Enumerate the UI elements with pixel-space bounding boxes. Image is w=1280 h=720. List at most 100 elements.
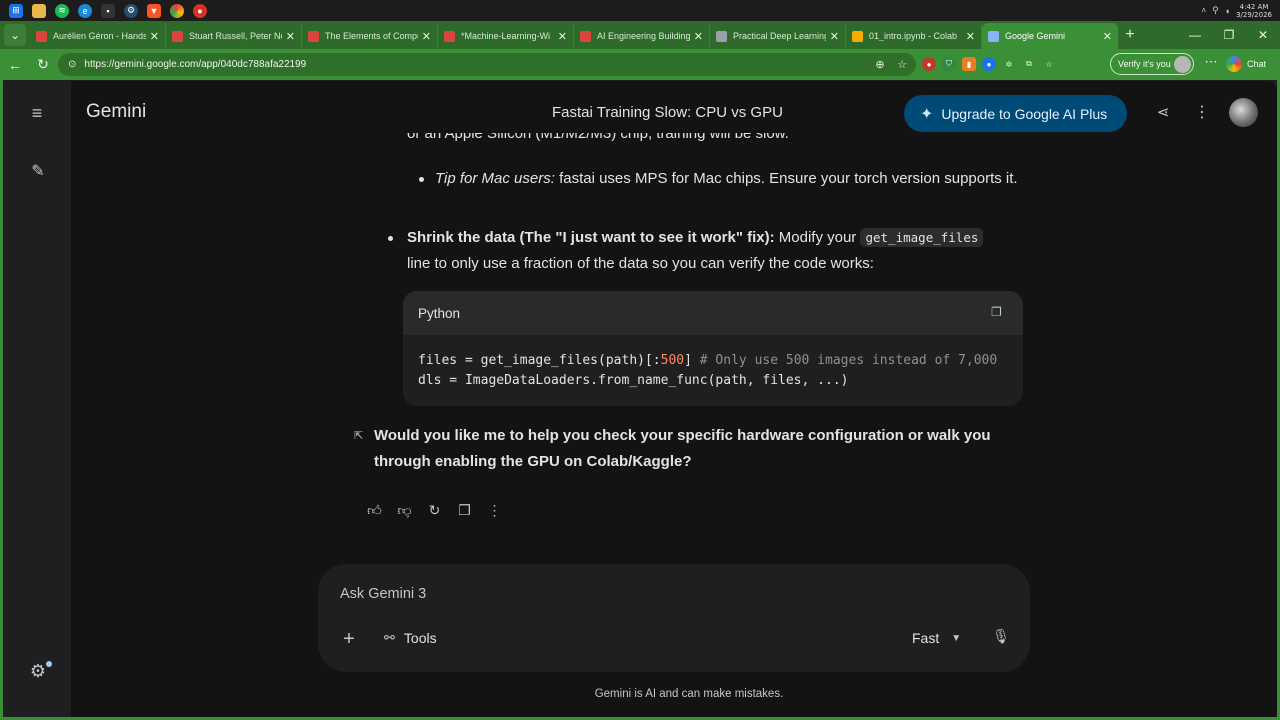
prompt-placeholder[interactable]: Ask Gemini 3 <box>340 586 426 602</box>
bullet-dot <box>388 236 393 241</box>
terminal-icon[interactable]: ▪ <box>101 3 115 18</box>
extension-ublock-icon[interactable]: ● <box>922 57 936 71</box>
close-tab-icon[interactable]: ✕ <box>1103 30 1112 43</box>
thumbs-up-icon[interactable]: 👍︎ <box>365 501 384 520</box>
folder-icon[interactable] <box>32 3 46 18</box>
code-text[interactable]: files = get_image_files(path)[:500] # On… <box>403 335 1023 391</box>
browser-menu-icon[interactable]: ⋯ <box>1202 54 1220 74</box>
close-tab-icon[interactable]: ✕ <box>422 30 431 43</box>
browser-tab[interactable]: Practical Deep Learning ✕ <box>710 23 846 49</box>
app-icon[interactable]: ● <box>193 3 207 18</box>
chat-button[interactable]: Chat <box>1226 53 1266 75</box>
close-tab-icon[interactable]: ✕ <box>830 30 839 43</box>
extensions-area: ● ⛉ ▮ ● ✲ ⧉ ☆ <box>922 54 1056 74</box>
minimize-icon[interactable]: — <box>1178 21 1212 49</box>
chevron-down-icon: ▼ <box>951 632 962 644</box>
new-tab-button[interactable]: + <box>1118 23 1142 47</box>
windows-icon[interactable]: ⊞ <box>9 3 23 18</box>
steam-icon[interactable]: ⚙ <box>124 3 138 18</box>
close-tab-icon[interactable]: ✕ <box>694 30 703 43</box>
inline-code: get_image_files <box>860 228 984 247</box>
close-tab-icon[interactable]: ✕ <box>150 30 159 43</box>
extensions-puzzle-icon[interactable]: ⧉ <box>1022 57 1036 71</box>
tab-search-chevron-icon[interactable]: ⌄ <box>4 24 26 46</box>
restore-icon[interactable]: ❐ <box>1212 21 1246 49</box>
add-attachment-icon[interactable]: + <box>340 629 358 649</box>
back-arrow-icon[interactable]: ← <box>2 52 28 78</box>
pdf-icon <box>444 30 455 42</box>
tab-label: 01_intro.ipynb - Colab <box>869 31 958 41</box>
chat-label: Chat <box>1247 59 1267 69</box>
mode-selector[interactable]: Fast ▼ <box>912 630 961 646</box>
pdf-icon <box>580 30 591 42</box>
more-actions-icon[interactable]: ⋮ <box>485 501 504 520</box>
prompt-input-box[interactable]: Ask Gemini 3 + ⚯ Tools Fast ▼ 🎙︎ <box>318 564 1030 672</box>
chevron-up-icon[interactable]: ˄ <box>1201 6 1206 15</box>
edge-icon[interactable]: e <box>78 3 92 18</box>
share-icon[interactable]: ⋖ <box>1153 103 1173 123</box>
code-line-1-b: ] <box>684 353 700 368</box>
chrome-icon[interactable] <box>170 3 184 18</box>
globe-icon <box>716 30 727 42</box>
extension-dictionary-icon[interactable]: ▮ <box>962 57 976 71</box>
tab-label: *Machine-Learning-Wi <box>461 31 551 41</box>
shrink-text-a: Modify your <box>774 229 861 246</box>
url-text[interactable]: https://gemini.google.com/app/040dc788af… <box>84 59 306 70</box>
volume-icon[interactable]: ◖ <box>1225 6 1230 16</box>
network-icon[interactable]: ⚲ <box>1212 5 1219 16</box>
brave-icon[interactable]: ▼ <box>147 3 161 18</box>
reload-icon[interactable]: ↻ <box>30 52 56 78</box>
more-options-icon[interactable]: ⋮ <box>1193 102 1211 124</box>
extension-blue-icon[interactable]: ● <box>982 57 996 71</box>
colab-icon <box>852 30 863 42</box>
browser-tab[interactable]: AI Engineering Building ✕ <box>574 23 710 49</box>
tab-label: Stuart Russell, Peter No <box>189 31 282 41</box>
close-tab-icon[interactable]: ✕ <box>558 30 567 43</box>
tools-button[interactable]: ⚯ Tools <box>384 630 437 646</box>
close-window-icon[interactable]: ✕ <box>1246 21 1280 49</box>
bookmark-star-icon[interactable]: ☆ <box>894 56 910 72</box>
windows-taskbar: ⊞ ≋ e ▪ ⚙ ▼ ● ˄ ⚲ ◖ 4:42 AM 3/29/2026 <box>0 0 1280 21</box>
tab-label: The Elements of Compu <box>325 31 418 41</box>
verify-profile-button[interactable]: Verify it's you <box>1110 53 1194 75</box>
main-menu-icon[interactable]: ≡ <box>25 103 49 127</box>
copy-response-icon[interactable]: ❐ <box>455 501 474 520</box>
tip-text: fastai uses MPS for Mac chips. Ensure yo… <box>554 170 1018 187</box>
site-info-icon[interactable]: ⊙ <box>68 59 76 70</box>
code-line-2: dls = ImageDataLoaders.from_name_func(pa… <box>418 373 849 388</box>
favorites-icon[interactable]: ☆ <box>1042 57 1056 71</box>
extension-shield-icon[interactable]: ⛉ <box>942 57 956 71</box>
regenerate-icon[interactable]: ↻ <box>425 501 444 520</box>
verify-label: Verify it's you <box>1118 59 1171 69</box>
list-item-shrink: Shrink the data (The "I just want to see… <box>388 225 1008 277</box>
upgrade-label: Upgrade to Google AI Plus <box>941 105 1108 122</box>
browser-tab[interactable]: The Elements of Compu ✕ <box>302 23 438 49</box>
notification-dot <box>46 661 52 667</box>
zoom-icon[interactable]: ⊕ <box>872 56 888 72</box>
close-tab-icon[interactable]: ✕ <box>966 30 975 43</box>
address-bar[interactable]: ⊙ https://gemini.google.com/app/040dc788… <box>58 53 916 76</box>
browser-tab[interactable]: Stuart Russell, Peter No ✕ <box>166 23 302 49</box>
account-avatar[interactable] <box>1229 98 1258 127</box>
code-language: Python <box>418 305 461 321</box>
sparkle-icon: ✦ <box>920 105 934 123</box>
profile-avatar-icon <box>1174 56 1191 73</box>
extension-gear-icon[interactable]: ✲ <box>1002 57 1016 71</box>
thumbs-down-icon[interactable]: 👎︎ <box>395 501 414 520</box>
tools-sliders-icon: ⚯ <box>384 630 395 645</box>
close-tab-icon[interactable]: ✕ <box>286 30 295 43</box>
upgrade-button[interactable]: ✦ Upgrade to Google AI Plus <box>904 95 1127 132</box>
browser-tab[interactable]: *Machine-Learning-Wi ✕ <box>438 23 574 49</box>
browser-tab[interactable]: Google Gemini ✕ <box>982 23 1118 49</box>
spotify-icon[interactable]: ≋ <box>55 3 69 18</box>
taskbar-clock[interactable]: 4:42 AM 3/29/2026 <box>1236 3 1272 19</box>
microphone-icon[interactable]: 🎙︎ <box>992 628 1010 650</box>
gemini-brand[interactable]: Gemini <box>86 101 146 123</box>
copy-code-icon[interactable]: ❐ <box>991 305 1005 321</box>
code-number: 500 <box>660 353 685 368</box>
browser-tab[interactable]: Aurélien Géron - Hands ✕ <box>30 23 166 49</box>
browser-tab[interactable]: 01_intro.ipynb - Colab ✕ <box>846 23 982 49</box>
window-controls: — ❐ ✕ <box>1178 21 1280 49</box>
shrink-heading: Shrink the data (The "I just want to see… <box>407 229 775 246</box>
shrink-text-b: line to only use a fraction of the data … <box>407 255 874 272</box>
